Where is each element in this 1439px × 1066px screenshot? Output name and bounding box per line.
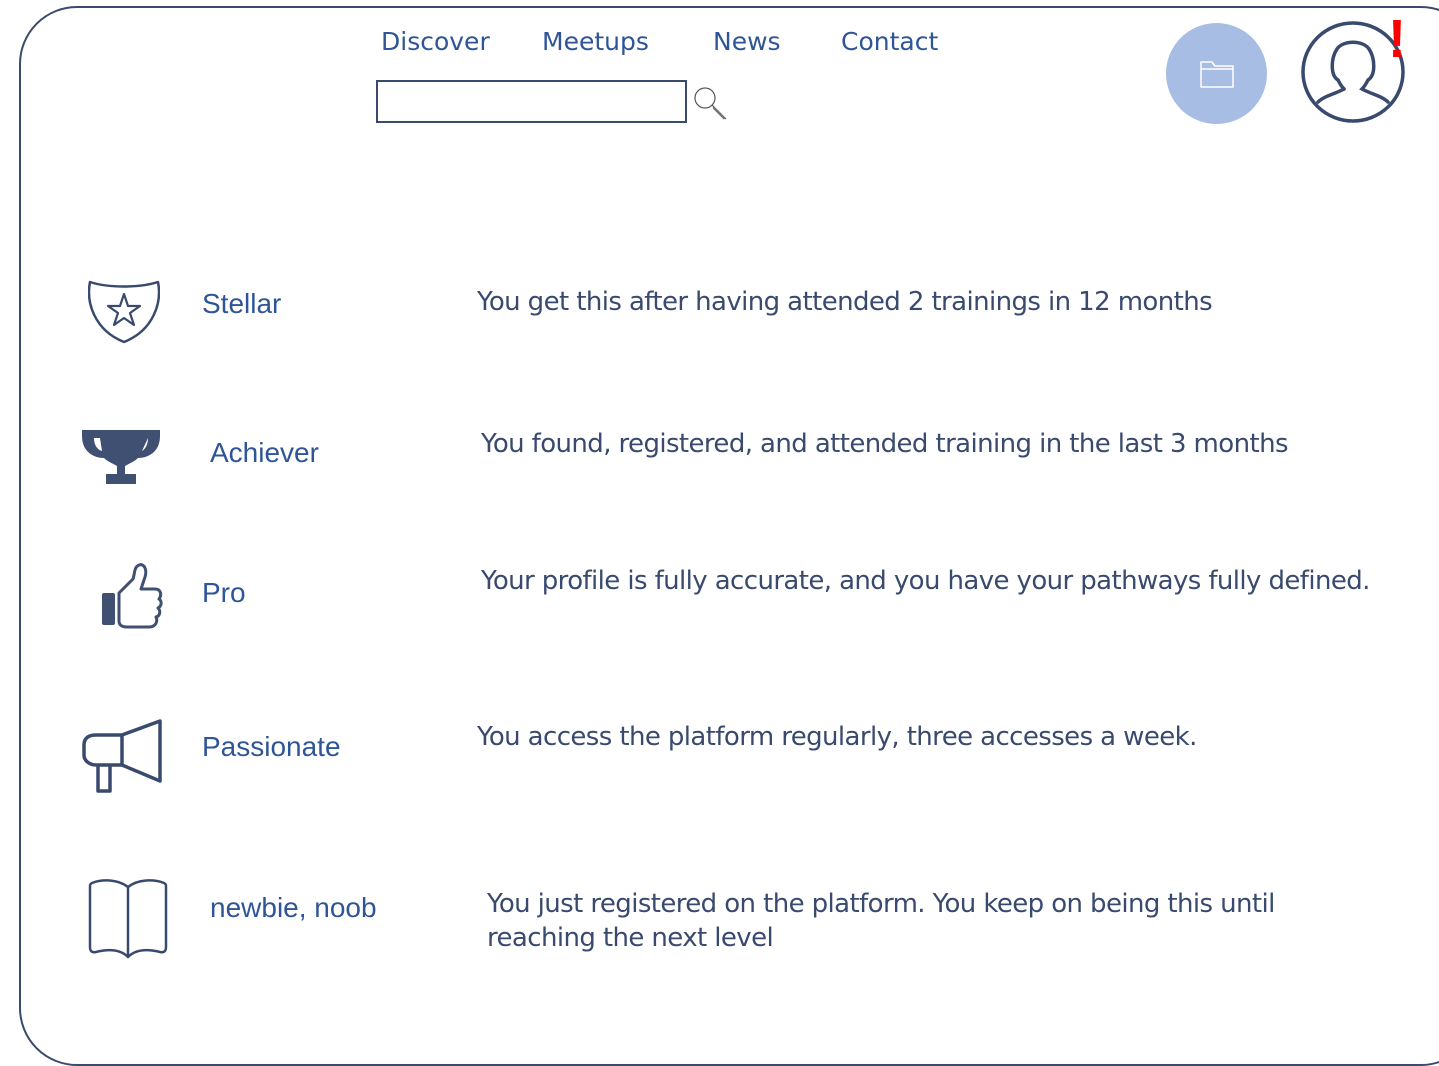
badge-name-passionate: Passionate	[202, 731, 341, 762]
thumbs-up-icon	[102, 563, 163, 629]
nav-news[interactable]: News	[713, 27, 781, 56]
badge-description-stellar: You get this after having attended 2 tra…	[477, 287, 1213, 317]
badge-name-newbie: newbie, noob	[210, 892, 377, 923]
badge-description-passionate: You access the platform regularly, three…	[477, 722, 1197, 752]
notification-alert-icon[interactable]: !	[1388, 12, 1406, 66]
megaphone-icon	[82, 719, 162, 793]
search-input[interactable]	[376, 80, 687, 123]
shield-star-icon	[88, 280, 160, 344]
open-book-icon	[88, 879, 168, 959]
badge-description-achiever: You found, registered, and attended trai…	[481, 429, 1288, 459]
badge-description-pro: Your profile is fully accurate, and you …	[481, 566, 1370, 596]
search-icon[interactable]	[692, 86, 730, 122]
nav-meetups[interactable]: Meetups	[542, 27, 649, 56]
badge-name-achiever: Achiever	[210, 437, 319, 468]
badge-description-newbie: You just registered on the platform. You…	[487, 889, 1275, 953]
nav-contact[interactable]: Contact	[841, 27, 938, 56]
badge-name-stellar: Stellar	[202, 288, 282, 319]
nav-discover[interactable]: Discover	[381, 27, 490, 56]
trophy-icon	[82, 430, 160, 484]
folder-icon	[1200, 61, 1234, 88]
badge-name-pro: Pro	[202, 577, 246, 608]
folder-button[interactable]	[1166, 23, 1267, 124]
